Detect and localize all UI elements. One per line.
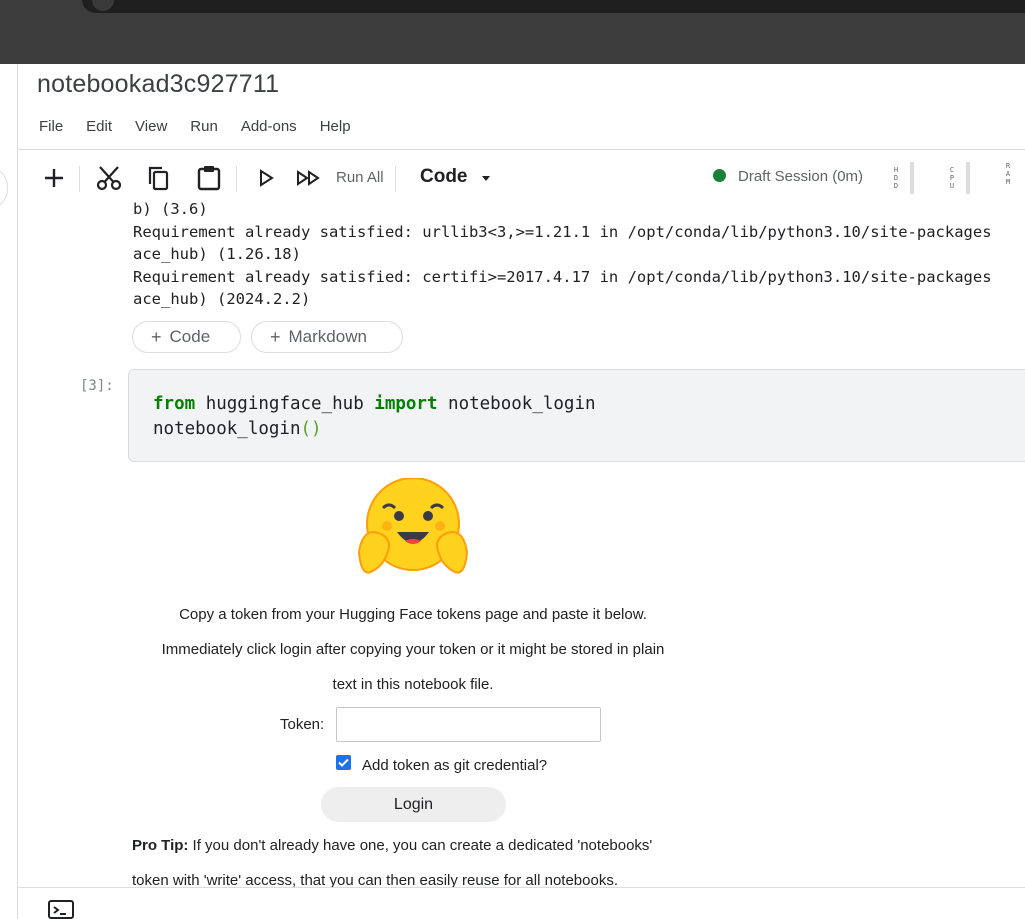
toolbar-separator — [395, 166, 396, 192]
cpu-label: CPU — [949, 166, 955, 190]
paste-icon — [197, 166, 221, 191]
instruction-line-1: Copy a token from your Hugging Face toke… — [179, 606, 647, 623]
run-all-button[interactable] — [294, 166, 324, 190]
copy-button[interactable] — [144, 164, 172, 192]
toolbar-separator — [236, 166, 237, 192]
paste-button[interactable] — [195, 163, 223, 193]
run-cell-button[interactable] — [254, 166, 278, 190]
pro-tip: Pro Tip: If you don't already have one, … — [132, 837, 652, 854]
code-editor[interactable]: from huggingface_hub import notebook_log… — [153, 392, 596, 442]
ram-meter[interactable]: RAM — [1004, 162, 1012, 186]
copy-icon — [148, 166, 169, 191]
function-call: notebook_login — [153, 419, 301, 439]
login-button[interactable]: Login — [321, 787, 506, 822]
add-code-label: Code — [169, 327, 211, 346]
menu-file[interactable]: File — [39, 118, 63, 135]
site-icon — [92, 0, 114, 11]
code-line: from huggingface_hub import notebook_log… — [153, 392, 596, 417]
plus-icon — [45, 169, 63, 187]
output-line: ace_hub) (1.26.18) — [133, 245, 301, 263]
output-line: Requirement already satisfied: urllib3<3… — [133, 222, 992, 241]
code-line: notebook_login() — [153, 417, 596, 442]
git-credential-label[interactable]: Add token as git credential? — [362, 757, 547, 774]
output-line: Requirement already satisfied: certifi>=… — [133, 267, 992, 286]
instruction-line-3: text in this notebook file. — [332, 676, 494, 693]
menu-run[interactable]: Run — [190, 118, 218, 135]
keyword-import: import — [374, 394, 438, 414]
output-line: ace_hub) (2024.2.2) — [133, 290, 311, 308]
import-name: notebook_login — [437, 394, 596, 414]
plus-icon: + — [151, 326, 162, 347]
hdd-bar — [910, 162, 914, 194]
chevron-down-icon[interactable] — [482, 176, 490, 181]
menu-help[interactable]: Help — [320, 118, 351, 135]
token-label: Token: — [280, 716, 325, 733]
sidebar-toggle[interactable] — [0, 166, 8, 210]
cell-execution-count: [3]: — [80, 378, 114, 394]
cut-icon — [96, 166, 122, 191]
menu-edit[interactable]: Edit — [86, 118, 112, 135]
bottom-divider — [18, 887, 1025, 888]
code-cell[interactable]: from huggingface_hub import notebook_log… — [128, 369, 1025, 462]
add-code-cell-button[interactable]: + Code — [132, 321, 241, 353]
cell-type-select[interactable]: Code — [420, 166, 468, 188]
token-input[interactable] — [336, 707, 601, 742]
cut-button[interactable] — [94, 164, 124, 192]
hdd-label: HDD — [893, 166, 899, 190]
git-credential-checkbox[interactable] — [336, 755, 351, 770]
cpu-meter[interactable]: CPU — [948, 162, 970, 194]
session-status[interactable]: Draft Session (0m) — [738, 168, 863, 185]
add-cell-button[interactable] — [40, 164, 68, 192]
add-markdown-cell-button[interactable]: + Markdown — [251, 321, 403, 353]
hdd-meter[interactable]: HDD — [892, 162, 914, 194]
notebook-title[interactable]: notebookad3c927711 — [37, 70, 279, 99]
play-icon — [260, 169, 274, 187]
menu-add-ons[interactable]: Add-ons — [241, 118, 297, 135]
terminal-icon[interactable] — [48, 900, 74, 919]
hugging-face-logo — [357, 478, 469, 574]
cpu-bar — [966, 162, 970, 194]
ram-label: RAM — [1005, 162, 1011, 186]
instruction-line-2: Immediately click login after copying yo… — [161, 641, 665, 658]
call-parens: () — [300, 419, 322, 439]
checkmark-icon — [338, 758, 349, 767]
add-markdown-label: Markdown — [288, 327, 367, 346]
toolbar-separator — [79, 166, 80, 192]
pro-tip-text: If you don't already have one, you can c… — [188, 837, 653, 854]
cell-output: b) (3.6) Requirement already satisfied: u… — [133, 198, 992, 311]
output-line: b) (3.6) — [133, 200, 208, 218]
run-all-icon — [297, 170, 320, 186]
menu-bar: File Edit View Run Add-ons Help — [39, 118, 374, 135]
address-bar[interactable] — [82, 0, 1025, 13]
pro-tip-label: Pro Tip: — [132, 837, 189, 854]
session-status-dot — [713, 169, 726, 182]
run-all-label[interactable]: Run All — [336, 169, 384, 186]
menu-view[interactable]: View — [135, 118, 167, 135]
keyword-from: from — [153, 394, 196, 414]
plus-icon: + — [270, 326, 281, 347]
module-name: huggingface_hub — [195, 394, 375, 414]
browser-top-bar — [0, 0, 1025, 64]
